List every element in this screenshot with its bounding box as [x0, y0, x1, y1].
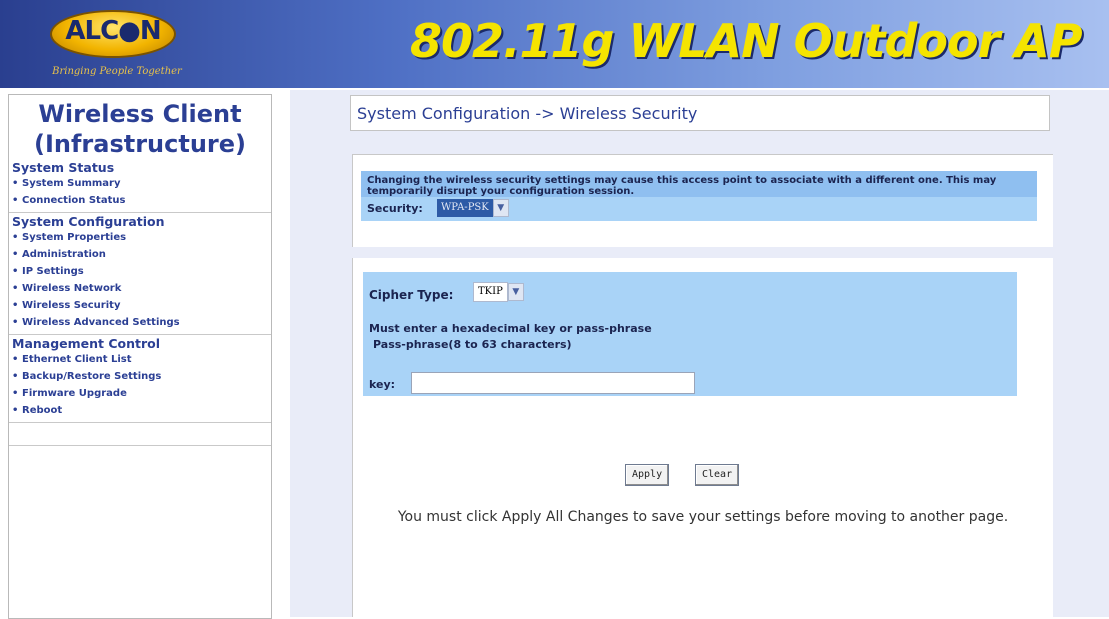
bullet-icon: •: [12, 249, 19, 260]
bullet-icon: •: [12, 371, 19, 382]
bullet-icon: •: [12, 388, 19, 399]
chevron-down-icon[interactable]: ▼: [492, 199, 509, 217]
sidebar-item-reboot[interactable]: • Reboot: [9, 402, 271, 419]
breadcrumb-box: System Configuration -> Wireless Securit…: [350, 95, 1050, 131]
section-heading: Management Control: [12, 336, 161, 351]
cipher-type-label: Cipher Type:: [369, 288, 454, 302]
bullet-icon: •: [12, 300, 19, 311]
sidebar-title-line1: Wireless Client: [38, 100, 242, 128]
apply-button[interactable]: Apply: [625, 464, 670, 486]
sidebar-item-ip-settings[interactable]: • IP Settings: [9, 263, 271, 280]
sidebar-item-system-properties[interactable]: • System Properties: [9, 229, 271, 246]
bullet-icon: •: [12, 405, 19, 416]
key-input[interactable]: [411, 372, 695, 394]
security-panel: Changing the wireless security settings …: [352, 154, 1053, 247]
section-system-configuration: System Configuration • System Properties …: [9, 213, 271, 335]
bullet-icon: •: [12, 354, 19, 365]
sidebar-item-wireless-network[interactable]: • Wireless Network: [9, 280, 271, 297]
cipher-panel: Cipher Type: TKIP ▼ Must enter a hexadec…: [352, 258, 1053, 617]
security-select[interactable]: WPA-PSK ▼: [437, 199, 509, 217]
footer-note: You must click Apply All Changes to save…: [397, 509, 1009, 525]
sidebar-item-wireless-security[interactable]: • Wireless Security: [9, 297, 271, 314]
bullet-icon: •: [12, 283, 19, 294]
sidebar: Wireless Client (Infrastructure) System …: [8, 94, 272, 619]
bullet-icon: •: [12, 195, 19, 206]
sidebar-item-connection-status[interactable]: • Connection Status: [9, 192, 271, 209]
main-content: System Configuration -> Wireless Securit…: [290, 90, 1109, 617]
logo-tagline: Bringing People Together: [52, 66, 182, 77]
bullet-icon: •: [12, 317, 19, 328]
sidebar-title-line2: (Infrastructure): [33, 130, 246, 158]
cipher-type-value[interactable]: TKIP: [473, 282, 508, 302]
security-row: Security: WPA-PSK ▼: [361, 197, 1037, 221]
sidebar-item-ethernet-client-list[interactable]: • Ethernet Client List: [9, 351, 271, 368]
pass-phrase-hint: Pass-phrase(8 to 63 characters): [373, 338, 572, 351]
sidebar-item-backup-restore-settings[interactable]: • Backup/Restore Settings: [9, 368, 271, 385]
section-system-status: System Status • System Summary • Connectio…: [9, 159, 271, 213]
sidebar-item-system-summary[interactable]: • System Summary: [9, 175, 271, 192]
warning-box: Changing the wireless security settings …: [361, 171, 1037, 221]
sidebar-item-wireless-advanced-settings[interactable]: • Wireless Advanced Settings: [9, 314, 271, 331]
warning-text: Changing the wireless security settings …: [367, 175, 997, 197]
clear-button[interactable]: Clear: [695, 464, 740, 486]
alcon-logo: ALC●N Bringing People Together: [32, 6, 202, 82]
section-management-control: Management Control • Ethernet Client List…: [9, 335, 271, 423]
bullet-icon: •: [12, 178, 19, 189]
header-banner: ALC●N Bringing People Together 802.11g W…: [0, 0, 1109, 88]
sidebar-item-administration[interactable]: • Administration: [9, 246, 271, 263]
security-select-value[interactable]: WPA-PSK: [437, 199, 493, 217]
cipher-box: Cipher Type: TKIP ▼ Must enter a hexadec…: [363, 272, 1017, 396]
key-label: key:: [369, 378, 396, 391]
cipher-type-select[interactable]: TKIP ▼: [473, 282, 524, 302]
sidebar-item-firmware-upgrade[interactable]: • Firmware Upgrade: [9, 385, 271, 402]
section-heading: System Status: [12, 160, 115, 175]
banner-title: 802.11g WLAN Outdoor AP: [410, 14, 1083, 68]
section-heading: System Configuration: [12, 214, 165, 229]
security-label: Security:: [367, 202, 423, 215]
bullet-icon: •: [12, 232, 19, 243]
hex-key-hint: Must enter a hexadecimal key or pass-phr…: [369, 322, 652, 335]
sidebar-title: Wireless Client (Infrastructure): [9, 99, 271, 159]
bullet-icon: •: [12, 266, 19, 277]
breadcrumb: System Configuration -> Wireless Securit…: [357, 104, 698, 123]
chevron-down-icon[interactable]: ▼: [507, 283, 524, 301]
logo-text: ALC●N: [65, 16, 161, 46]
sidebar-spacer: [9, 423, 271, 446]
